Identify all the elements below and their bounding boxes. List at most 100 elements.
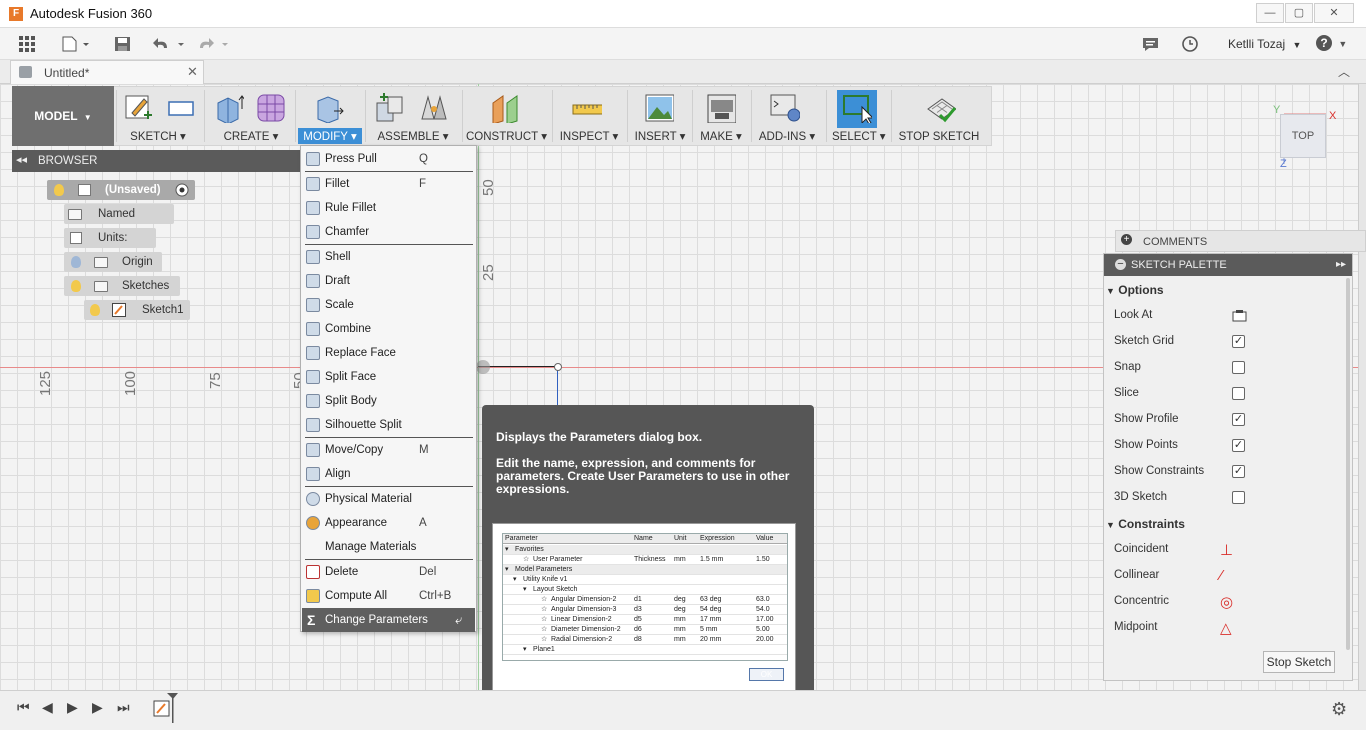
toolbar-group-inspect[interactable]: INSPECT ▾ — [558, 86, 620, 146]
visibility-bulb-icon[interactable] — [71, 256, 81, 268]
job-status-clock-icon[interactable] — [1182, 36, 1200, 54]
option-row[interactable]: Show Constraints ✓ — [1114, 465, 1344, 478]
play-icon[interactable]: ▶ — [67, 699, 78, 716]
go-to-start-icon[interactable]: ⏮ — [17, 699, 30, 716]
option-checkbox[interactable] — [1232, 361, 1245, 374]
double-arrow-icon[interactable]: ▸▸ — [1336, 254, 1346, 276]
timeline-marker-icon[interactable] — [166, 693, 180, 723]
palette-scrollbar[interactable] — [1346, 278, 1350, 650]
menu-item-move-copy[interactable]: Move/Copy M — [302, 438, 475, 462]
toolbar-group-stop-sketch[interactable]: STOP SKETCH — [898, 86, 980, 146]
pin-icon[interactable]: ⤶ — [455, 608, 462, 632]
measure-icon[interactable] — [572, 93, 602, 123]
coincident-icon[interactable]: ⊥ — [1220, 541, 1233, 559]
menu-item-split-face[interactable]: Split Face — [302, 365, 475, 389]
stop-sketch-icon[interactable] — [926, 93, 956, 123]
collinear-icon[interactable]: ⁄ — [1220, 567, 1223, 584]
origin-point[interactable] — [476, 360, 490, 374]
comments-icon[interactable] — [1142, 37, 1160, 52]
save-icon[interactable] — [114, 36, 132, 52]
midpoint-icon[interactable]: △ — [1220, 619, 1232, 637]
constraints-section-header[interactable]: ▼ Constraints — [1106, 517, 1185, 531]
tree-item-units[interactable]: Units: mm — [64, 228, 164, 264]
menu-item-silhouette-split[interactable]: Silhouette Split — [302, 413, 475, 437]
workspace-switcher[interactable]: MODEL ▼ — [12, 86, 114, 146]
go-to-end-icon[interactable]: ⏭ — [117, 699, 130, 716]
option-row[interactable]: Show Points ✓ — [1114, 439, 1344, 452]
menu-item-change-parameters[interactable]: Σ Change Parameters ⤶ — [302, 608, 475, 632]
menu-item-compute-all[interactable]: Compute All Ctrl+B — [302, 584, 475, 608]
menu-item-physical-material[interactable]: Physical Material — [302, 487, 475, 511]
menu-item-shell[interactable]: Shell — [302, 245, 475, 269]
chevron-up-icon[interactable]: ︿ — [1338, 63, 1350, 80]
toolbar-group-sketch[interactable]: SKETCH ▾ — [118, 86, 198, 146]
menu-item-chamfer[interactable]: Chamfer — [302, 220, 475, 244]
3d-print-icon[interactable] — [706, 93, 736, 123]
menu-item-scale[interactable]: Scale — [302, 293, 475, 317]
tree-item-root[interactable]: (Unsaved) — [30, 180, 200, 200]
insert-image-icon[interactable] — [644, 93, 674, 123]
grid-menu-icon[interactable] — [19, 36, 37, 52]
form-icon[interactable] — [256, 93, 286, 123]
constraint-row[interactable]: Coincident ⊥ — [1114, 542, 1344, 559]
offset-plane-icon[interactable] — [490, 93, 520, 123]
sketch-palette-header[interactable]: − SKETCH PALETTE ▸▸ — [1104, 254, 1352, 276]
option-checkbox[interactable]: ✓ — [1232, 439, 1245, 452]
view-cube[interactable]: TOP — [1280, 114, 1326, 158]
look-at-icon[interactable] — [1232, 309, 1247, 322]
menu-item-manage-materials[interactable]: Manage Materials — [302, 535, 475, 559]
stop-sketch-button[interactable]: Stop Sketch — [1263, 651, 1335, 673]
menu-item-align[interactable]: Align — [302, 462, 475, 486]
options-section-header[interactable]: ▼ Options — [1106, 283, 1164, 297]
close-tab-icon[interactable]: ✕ — [187, 64, 198, 80]
menu-item-draft[interactable]: Draft — [302, 269, 475, 293]
menu-item-delete[interactable]: Delete Del — [302, 560, 475, 584]
constraint-row[interactable]: Collinear ⁄ — [1114, 567, 1344, 584]
help-menu[interactable]: ? ▼ — [1316, 35, 1347, 51]
option-row[interactable]: Slice — [1114, 387, 1344, 400]
sketch-line-vertical[interactable] — [557, 366, 558, 406]
option-checkbox[interactable] — [1232, 387, 1245, 400]
option-checkbox[interactable]: ✓ — [1232, 413, 1245, 426]
canvas-scrollbar[interactable] — [1358, 84, 1366, 690]
toolbar-group-add-ins[interactable]: ADD-INS ▾ — [756, 86, 818, 146]
activate-radio-icon[interactable] — [175, 183, 189, 197]
tree-item-origin[interactable]: Origin — [46, 252, 166, 272]
scripts-add-ins-icon[interactable] — [770, 93, 800, 123]
file-menu-icon[interactable] — [62, 36, 92, 52]
option-checkbox[interactable]: ✓ — [1232, 465, 1245, 478]
toolbar-group-assemble[interactable]: ASSEMBLE ▾ — [368, 86, 458, 146]
browser-panel-header[interactable]: ◂◂ BROWSER — [12, 150, 302, 172]
undo-icon[interactable] — [153, 36, 187, 52]
settings-gear-icon[interactable]: ⚙ — [1331, 699, 1347, 720]
maximize-button[interactable]: ▢ — [1285, 3, 1313, 23]
sketch-point[interactable] — [554, 363, 562, 371]
step-forward-icon[interactable]: ▶ — [92, 699, 103, 716]
visibility-bulb-icon[interactable] — [71, 280, 81, 292]
constraint-row[interactable]: Midpoint △ — [1114, 620, 1344, 637]
sketch-line[interactable] — [478, 366, 559, 367]
menu-item-combine[interactable]: Combine — [302, 317, 475, 341]
press-pull-icon[interactable] — [314, 93, 344, 123]
expand-plus-icon[interactable]: + — [1121, 234, 1132, 245]
option-row[interactable]: Snap — [1114, 361, 1344, 374]
option-row[interactable]: Sketch Grid ✓ — [1114, 335, 1344, 348]
toolbar-group-construct[interactable]: CONSTRUCT ▾ — [466, 86, 547, 146]
visibility-bulb-icon[interactable] — [90, 304, 100, 316]
constraint-row[interactable]: Concentric ◎ — [1114, 594, 1344, 611]
option-checkbox[interactable] — [1232, 491, 1245, 504]
toolbar-group-modify[interactable]: MODIFY ▾ — [298, 86, 362, 146]
menu-item-rule-fillet[interactable]: Rule Fillet — [302, 196, 475, 220]
rectangle-icon[interactable] — [166, 93, 196, 123]
user-account-menu[interactable]: Ketlli Tozaj ▼ — [1228, 37, 1301, 51]
extrude-icon[interactable] — [214, 93, 244, 123]
close-window-button[interactable]: ✕ — [1314, 3, 1354, 23]
tree-item-sketch1[interactable]: Sketch1 — [84, 300, 194, 320]
option-row[interactable]: Show Profile ✓ — [1114, 413, 1344, 426]
option-row[interactable]: Look At — [1114, 309, 1344, 322]
menu-item-split-body[interactable]: Split Body — [302, 389, 475, 413]
document-tab[interactable]: Untitled* ✕ — [10, 60, 204, 84]
minimize-button[interactable]: — — [1256, 3, 1284, 23]
step-back-icon[interactable]: ◀ — [42, 699, 53, 716]
option-row[interactable]: 3D Sketch — [1114, 491, 1344, 504]
